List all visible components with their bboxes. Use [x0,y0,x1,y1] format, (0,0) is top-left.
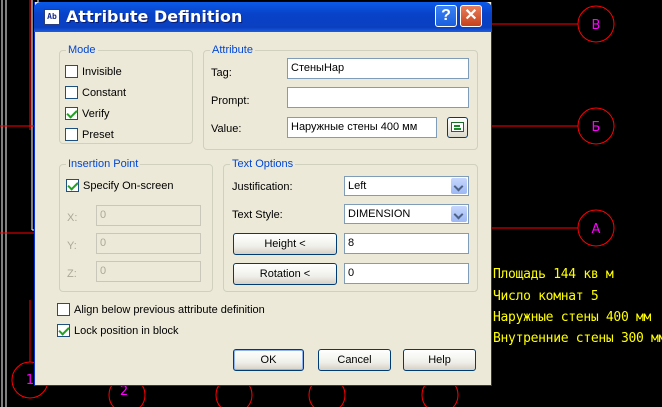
ok-button[interactable]: OK [233,349,304,371]
grid-marker-2: 2 [120,384,128,399]
align-below-label[interactable]: Align below previous attribute definitio… [74,304,265,316]
drawing-note-rooms: Число комнат 5 [493,289,599,304]
specify-on-screen-label[interactable]: Specify On-screen [83,180,173,192]
preset-checkbox[interactable] [65,128,78,141]
verify-checkbox[interactable] [65,107,78,120]
grid-marker-v: В [592,18,601,33]
grid-marker-1: 1 [26,373,34,388]
help-button[interactable]: Help [403,349,476,371]
chevron-down-icon[interactable] [451,178,467,194]
help-title-button[interactable]: ? [435,5,457,27]
prompt-input[interactable] [287,87,469,108]
invisible-checkbox[interactable] [65,65,78,78]
drawing-note-area: Площадь 144 кв м [493,267,614,282]
lock-position-checkbox[interactable] [57,324,70,337]
tag-input[interactable]: СтеныНар [287,58,469,79]
invisible-label[interactable]: Invisible [82,66,122,78]
attribute-dialog-icon: Ab [44,9,60,25]
chevron-down-icon[interactable] [451,206,467,222]
justification-select[interactable]: Left [344,176,469,196]
dialog-title-bar[interactable]: Ab Attribute Definition ? ✕ [34,2,492,32]
text-style-value: DIMENSION [348,208,411,220]
rotation-input[interactable]: 0 [344,263,469,284]
align-below-checkbox[interactable] [57,303,70,316]
attribute-legend: Attribute [210,44,255,56]
x-input[interactable]: 0 [96,205,201,226]
constant-checkbox[interactable] [65,86,78,99]
y-input[interactable]: 0 [96,233,201,254]
specify-on-screen-checkbox[interactable] [66,179,79,192]
rotation-pick-button[interactable]: Rotation < [233,263,337,285]
constant-label[interactable]: Constant [82,87,126,99]
tag-label: Tag: [211,67,232,79]
verify-label[interactable]: Verify [82,108,110,120]
lock-position-label[interactable]: Lock position in block [74,325,179,337]
attribute-definition-dialog: Ab Attribute Definition ? ✕ Mode Invisib… [34,2,492,386]
value-input[interactable]: Наружные стены 400 мм [287,117,437,138]
drawing-note-outer-walls: Наружные стены 400 мм [493,310,652,325]
justification-value: Left [348,180,367,192]
mode-legend: Mode [66,44,98,56]
close-button[interactable]: ✕ [460,5,482,27]
prompt-label: Prompt: [211,95,250,107]
x-label: X: [67,212,78,224]
value-label: Value: [211,123,242,135]
text-options-legend: Text Options [230,158,296,170]
justification-label: Justification: [232,181,293,193]
dialog-title: Attribute Definition [66,7,243,26]
z-label: Z: [67,268,77,280]
grid-marker-b: Б [592,120,601,135]
y-label: Y: [67,240,77,252]
text-style-label: Text Style: [232,209,283,221]
insert-field-button[interactable] [447,117,468,138]
height-pick-button[interactable]: Height < [233,233,337,255]
text-style-select[interactable]: DIMENSION [344,204,469,224]
grid-marker-a: А [592,222,601,237]
z-input[interactable]: 0 [96,261,201,282]
insert-field-icon [451,122,464,132]
height-input[interactable]: 8 [344,233,469,254]
cancel-button[interactable]: Cancel [318,349,391,371]
preset-label[interactable]: Preset [82,129,114,141]
insertion-point-legend: Insertion Point [66,158,141,170]
drawing-note-inner-walls: Внутренние стены 300 мм [493,331,662,346]
